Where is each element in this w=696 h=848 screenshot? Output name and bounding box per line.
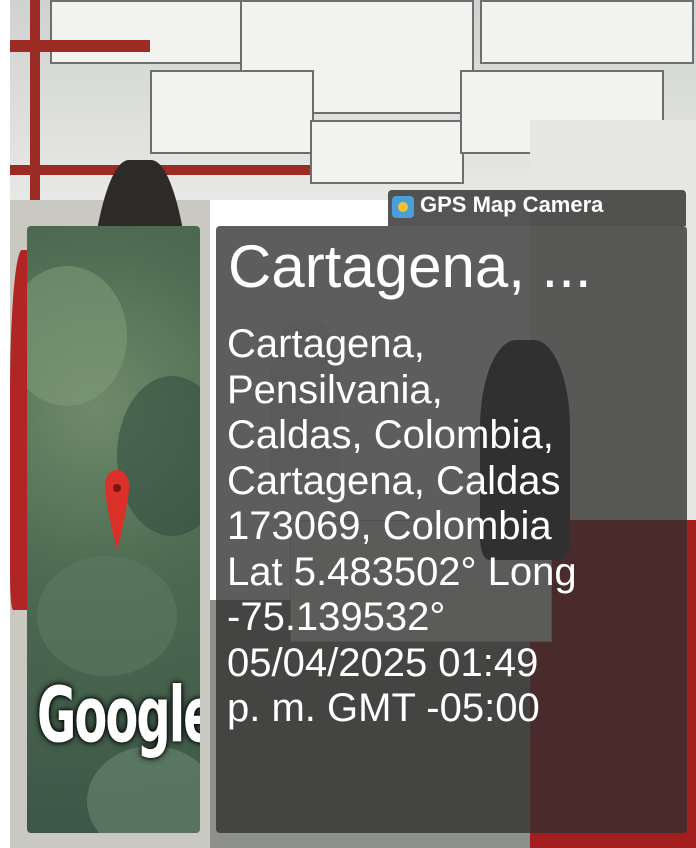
location-details: Cartagena, Pensilvania, Caldas, Colombia… bbox=[227, 322, 577, 732]
ceiling-tile bbox=[480, 0, 694, 64]
datetime-line: p. m. GMT -05:00 bbox=[227, 686, 540, 730]
coordinates-line: Lat 5.483502° Long bbox=[227, 549, 577, 594]
address-line: Cartagena, Caldas bbox=[227, 458, 561, 503]
map-terrain bbox=[27, 266, 127, 406]
location-title: Cartagena, ... bbox=[228, 233, 592, 300]
google-logo: Google bbox=[37, 671, 200, 761]
map-thumbnail: Google bbox=[27, 226, 200, 833]
datetime-line: 05/04/2025 01:49 bbox=[227, 640, 539, 685]
address-line: 173069, Colombia bbox=[227, 504, 552, 548]
ceiling-tile bbox=[150, 70, 314, 154]
map-terrain bbox=[117, 376, 200, 536]
ceiling-tile bbox=[310, 120, 464, 184]
address-line: Pensilvania, bbox=[227, 367, 443, 412]
app-badge-label: GPS Map Camera bbox=[420, 192, 604, 217]
gps-map-camera-icon bbox=[392, 196, 414, 218]
map-terrain bbox=[37, 556, 177, 676]
location-pin-icon bbox=[105, 470, 129, 550]
address-line: Cartagena, bbox=[227, 322, 425, 366]
coordinates-line: -75.139532° bbox=[227, 595, 446, 639]
address-line: Caldas, Colombia, bbox=[227, 413, 554, 457]
